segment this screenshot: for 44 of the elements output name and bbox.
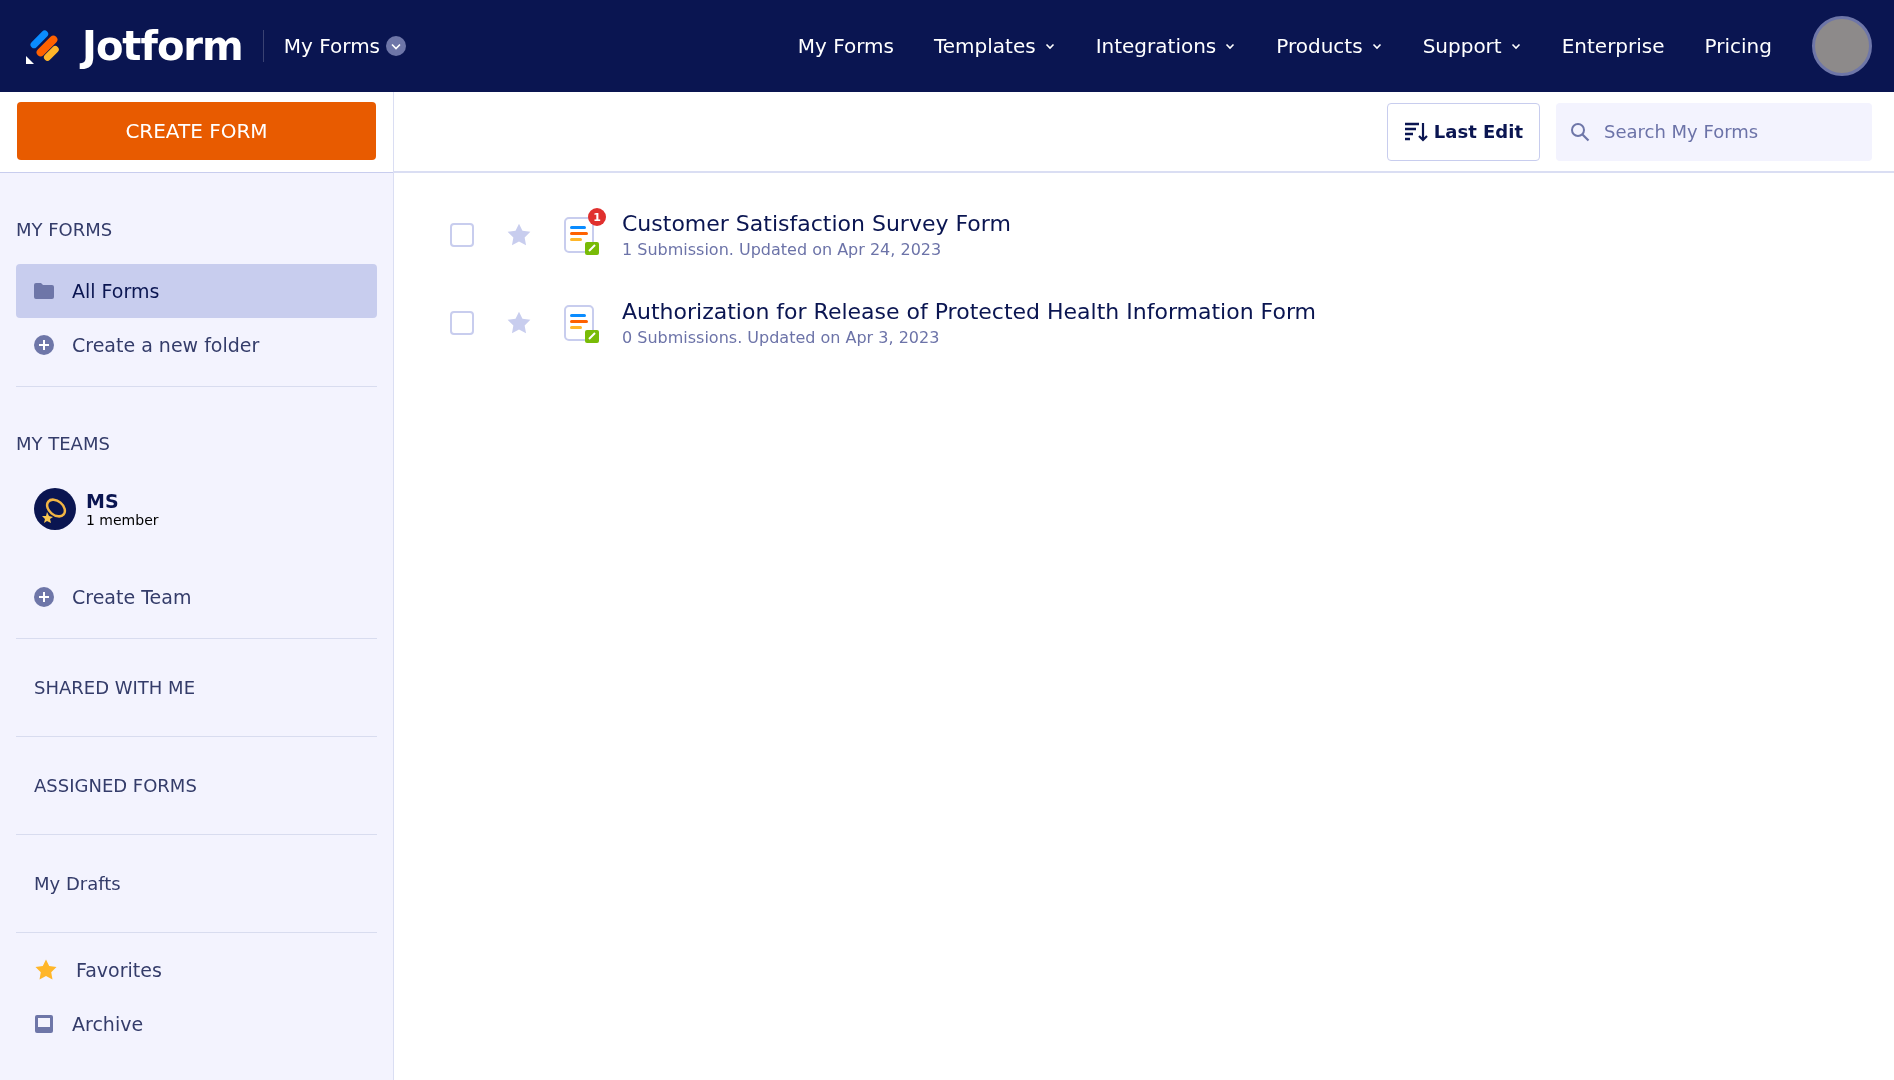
sidebar-link[interactable]: SHARED WITH ME — [16, 639, 377, 736]
search-field[interactable]: Search My Forms — [1556, 102, 1872, 161]
team-avatar[interactable] — [34, 488, 76, 530]
folder-icon — [34, 283, 54, 299]
sidebar-link[interactable]: ASSIGNED FORMS — [16, 737, 377, 834]
search-icon — [1570, 121, 1590, 142]
star-icon[interactable] — [506, 310, 532, 336]
form-meta: 0 Submissions. Updated on Apr 3, 2023 — [622, 328, 941, 347]
team-members: 1 member — [86, 512, 159, 528]
nav-link[interactable]: Support — [1422, 34, 1522, 58]
sidebar-item[interactable]: All Forms — [16, 264, 377, 318]
sidebar-link[interactable]: My Drafts — [16, 835, 377, 932]
sidebar-item[interactable]: Favorites — [16, 943, 377, 997]
form-icon[interactable] — [564, 302, 600, 344]
my-forms-menu[interactable]: My Forms — [283, 34, 407, 58]
nav-link[interactable]: Products — [1276, 34, 1383, 58]
nav-link[interactable]: Enterprise — [1561, 34, 1665, 58]
checkbox[interactable] — [450, 223, 474, 247]
section-heading: MY FORMS — [16, 218, 114, 242]
notification-badge: 1 — [588, 208, 606, 226]
archive-icon — [34, 1014, 54, 1034]
nav-link[interactable]: Templates — [933, 34, 1056, 58]
avatar[interactable] — [1812, 16, 1872, 76]
plus-icon — [34, 335, 54, 355]
team-name[interactable]: MS — [86, 490, 159, 512]
nav-link[interactable]: Pricing — [1704, 34, 1772, 58]
form-title[interactable]: Authorization for Release of Protected Health Information Form — [622, 299, 1316, 324]
checkbox[interactable] — [450, 311, 474, 335]
sidebar-item[interactable]: Archive — [16, 997, 377, 1051]
nav-link[interactable]: Integrations — [1095, 34, 1237, 58]
sidebar-item[interactable]: Create a new folder — [16, 318, 377, 372]
star-icon[interactable] — [506, 222, 532, 248]
create-team-link[interactable]: Create Team — [16, 570, 377, 624]
chevron-down-icon — [386, 36, 407, 56]
sort-button[interactable]: Last Edit — [1386, 102, 1540, 161]
form-icon[interactable] — [564, 214, 600, 256]
form-title[interactable]: Customer Satisfaction Survey Form — [622, 211, 1011, 236]
section-heading: MY TEAMS — [16, 432, 111, 456]
star-icon — [34, 958, 58, 982]
form-meta: 1 Submission. Updated on Apr 24, 2023 — [622, 240, 943, 259]
nav-link[interactable]: My Forms — [797, 34, 894, 58]
plus-icon — [34, 587, 54, 607]
sort-icon — [1403, 120, 1428, 143]
create-form-button[interactable]: CREATE FORM — [17, 102, 376, 160]
